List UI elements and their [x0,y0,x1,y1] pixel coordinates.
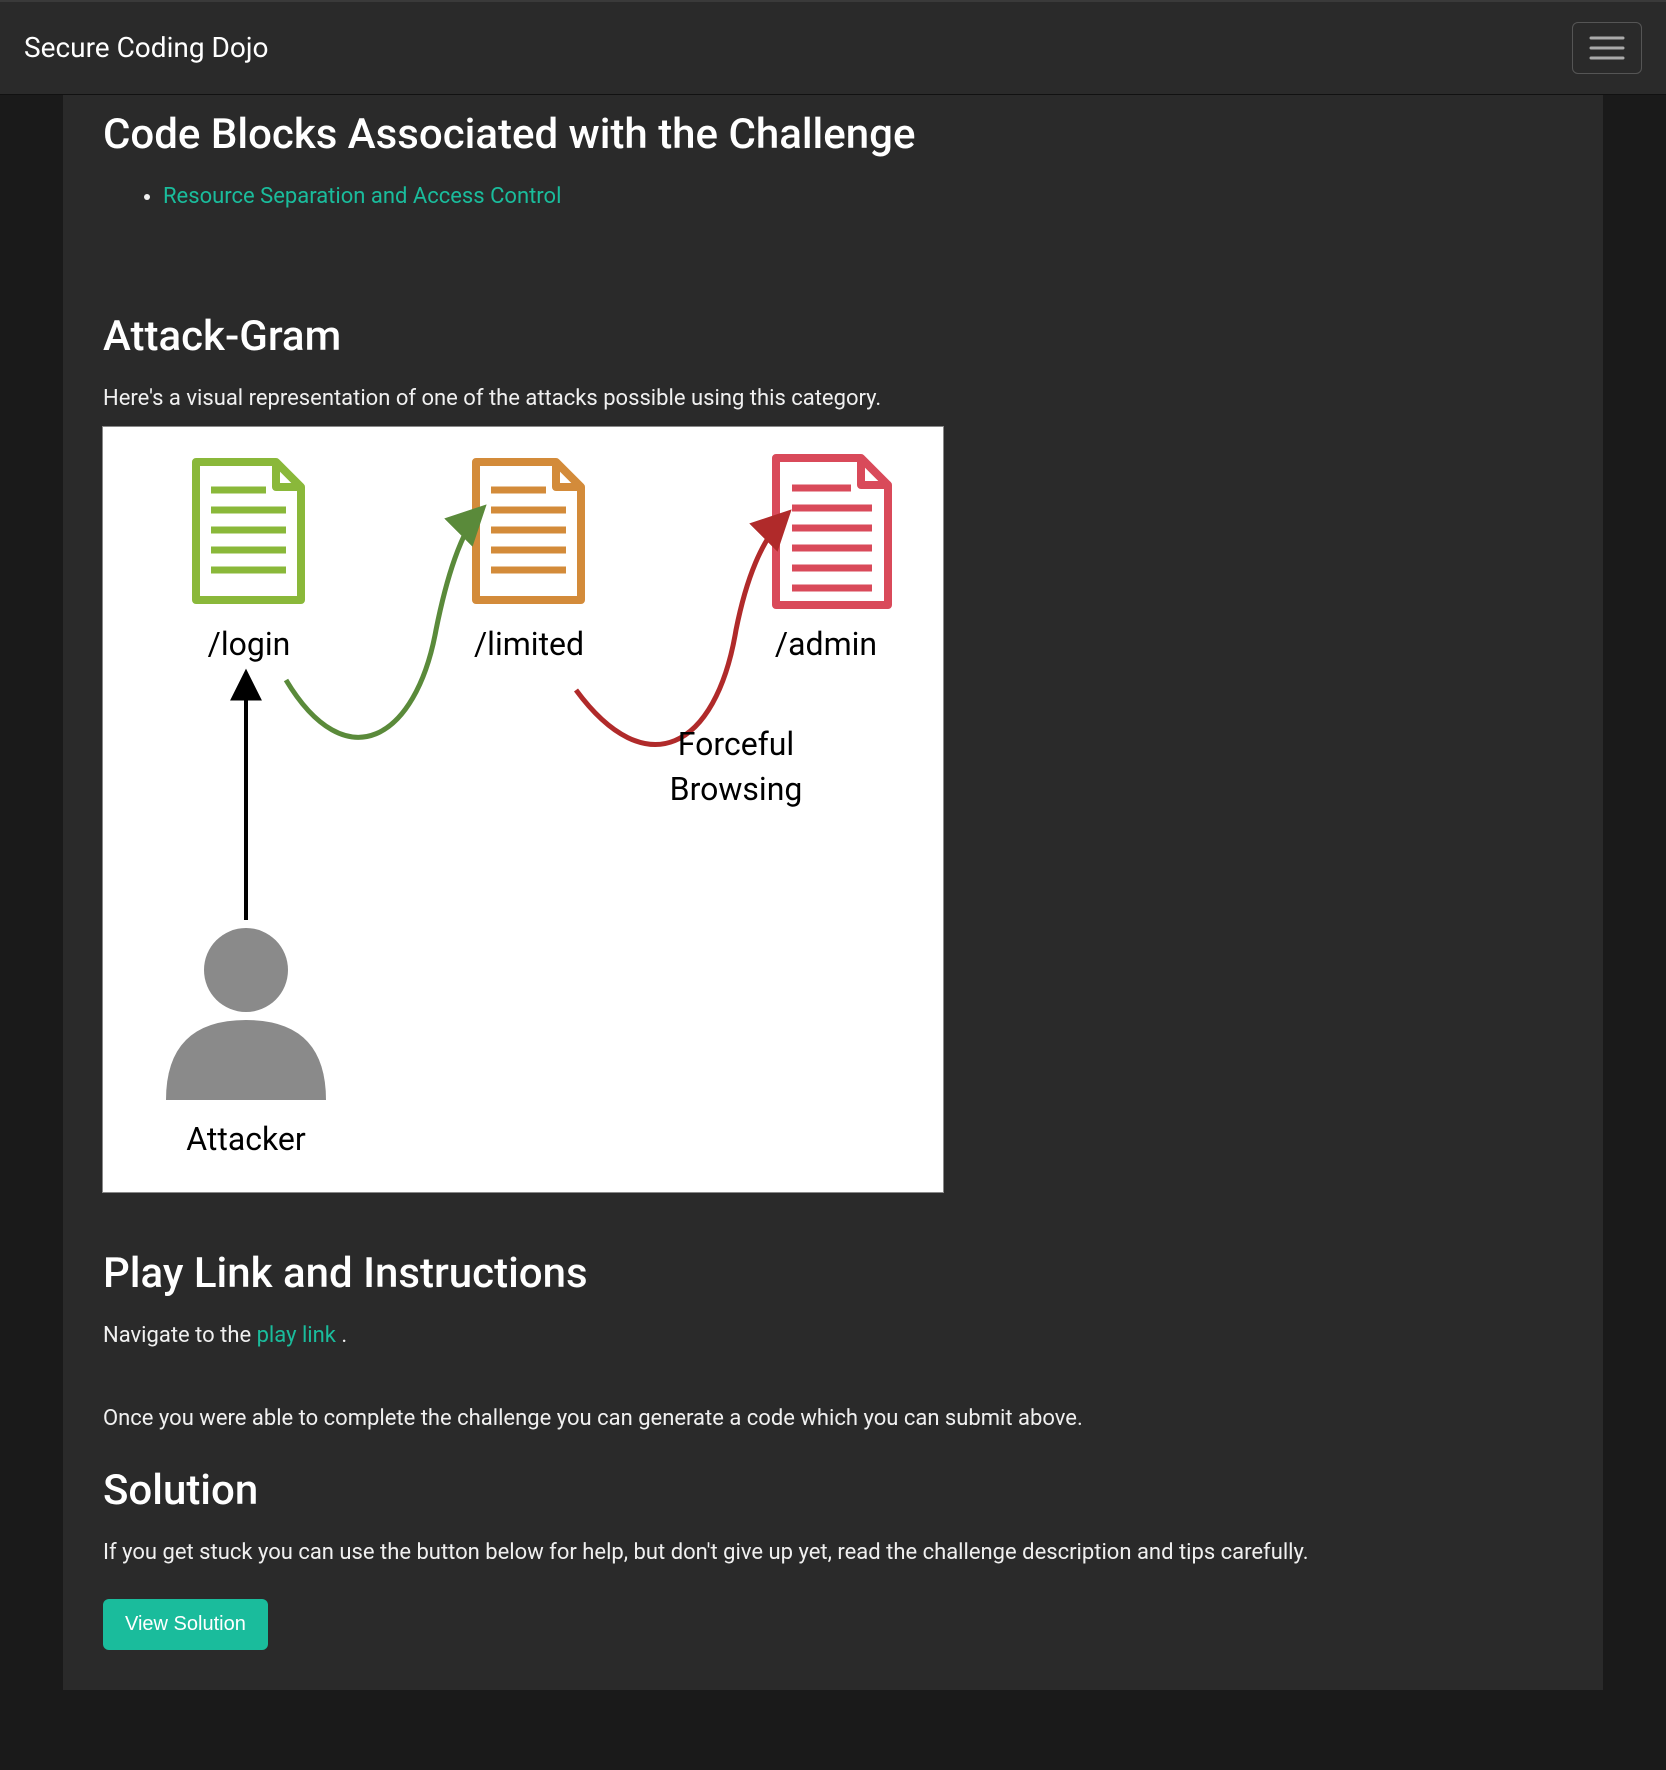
hamburger-icon [1587,33,1627,63]
codeblock-link[interactable]: Resource Separation and Access Control [163,184,561,209]
playlink-heading: Play Link and Instructions [103,1242,1563,1305]
main-content: Code Blocks Associated with the Challeng… [63,95,1603,1690]
playlink-nav-prefix: Navigate to the [103,1323,257,1348]
solution-text: If you get stuck you can use the button … [103,1536,1563,1569]
limited-doc-icon [476,462,581,600]
forceful-label: Forceful [678,725,794,763]
login-label: /login [208,625,291,663]
admin-doc-icon [776,458,888,605]
attackgram-intro: Here's a visual representation of one of… [103,382,1563,415]
arrow-limited-admin [576,515,786,745]
attackgram-heading: Attack-Gram [103,305,1563,368]
admin-label: /admin [775,625,877,663]
playlink-nav: Navigate to the play link . [103,1319,1563,1352]
view-solution-button[interactable]: View Solution [103,1599,268,1650]
arrow-login-limited [286,510,481,737]
codeblocks-heading: Code Blocks Associated with the Challeng… [103,95,1563,166]
play-link[interactable]: play link [257,1323,336,1348]
attackgram-diagram: /login /limited [103,427,943,1192]
browsing-label: Browsing [670,770,803,808]
limited-label: /limited [474,625,584,663]
navbar-toggle-button[interactable] [1572,22,1642,74]
attacker-icon [166,928,326,1100]
list-item: Resource Separation and Access Control [163,180,1563,213]
playlink-after: Once you were able to complete the chall… [103,1402,1563,1435]
login-doc-icon [196,462,301,600]
attacker-label: Attacker [186,1120,306,1158]
playlink-nav-suffix: . [336,1323,347,1348]
navbar-brand[interactable]: Secure Coding Dojo [24,27,269,69]
solution-heading: Solution [103,1459,1563,1522]
codeblocks-list: Resource Separation and Access Control [103,180,1563,213]
navbar: Secure Coding Dojo [0,0,1666,95]
